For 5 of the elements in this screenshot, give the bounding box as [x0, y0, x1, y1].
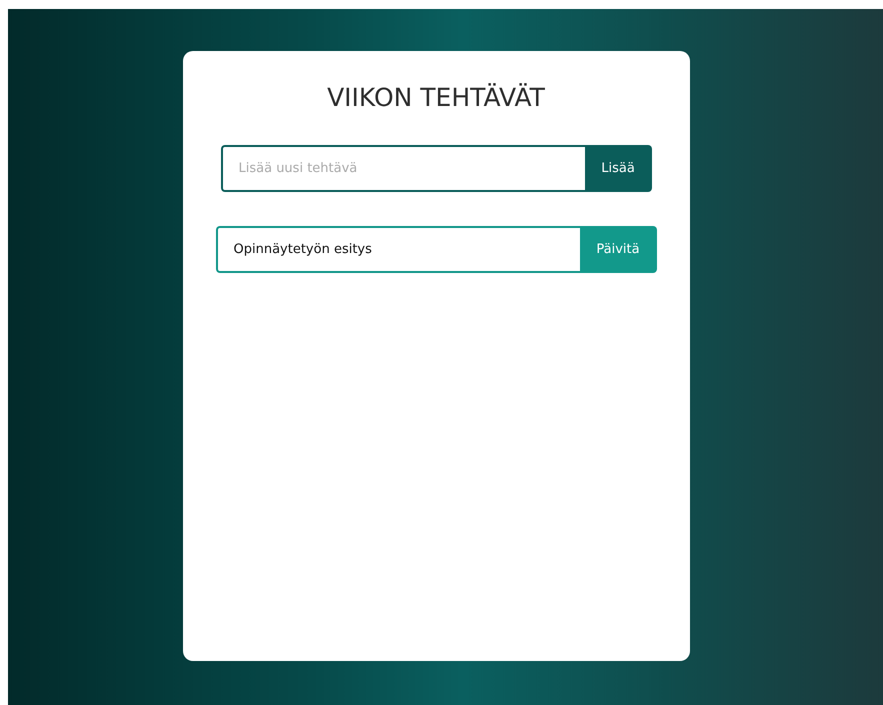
- update-button[interactable]: Päivitä: [580, 226, 656, 273]
- edit-task-field[interactable]: Opinnäytetyön esitys: [216, 226, 580, 273]
- new-task-field[interactable]: Lisää uusi tehtävä: [220, 145, 584, 192]
- page-title: VIIKON TEHTÄVÄT: [327, 83, 545, 113]
- add-button[interactable]: Lisää: [584, 145, 652, 192]
